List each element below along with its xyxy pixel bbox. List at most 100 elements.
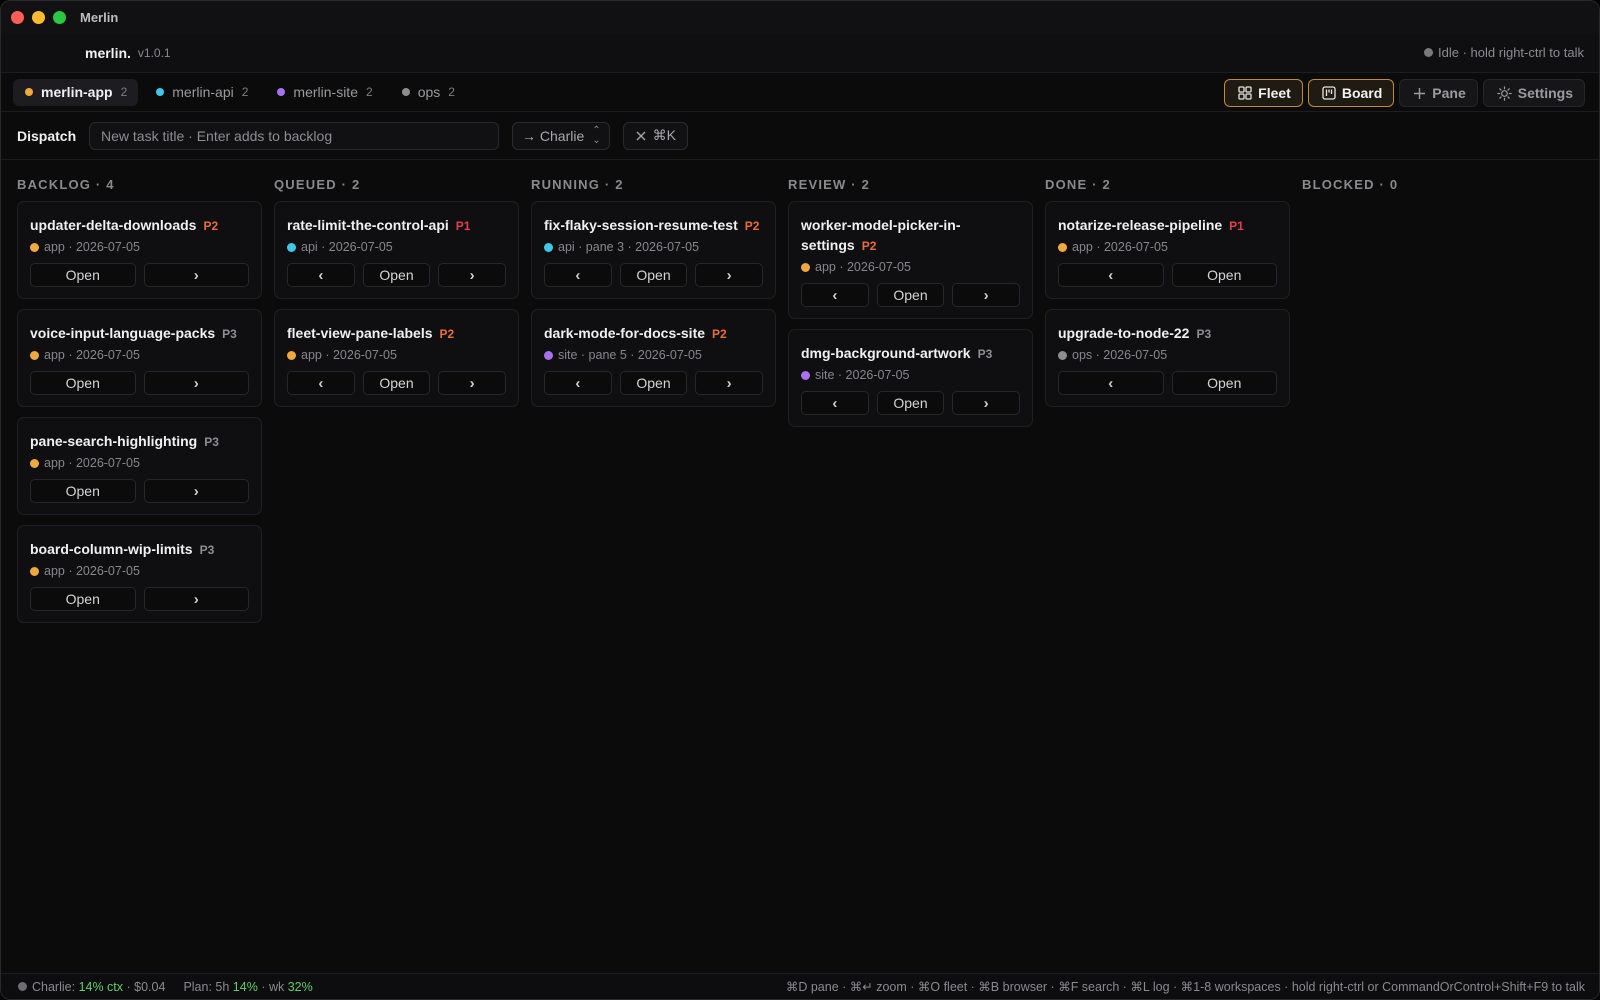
task-title: notarize-release-pipeline P1 [1058, 215, 1277, 236]
open-task-button[interactable]: Open [1171, 263, 1277, 287]
open-task-button[interactable]: Open [619, 263, 688, 287]
minimize-window-button[interactable] [32, 10, 45, 24]
move-left-button[interactable]: ‹ [544, 371, 612, 395]
open-task-button[interactable]: Open [30, 479, 136, 503]
priority-badge: P2 [861, 239, 877, 253]
open-task-button[interactable]: Open [619, 371, 688, 395]
task-card[interactable]: dmg-background-artwork P3 site · 2026-07-0… [788, 329, 1033, 427]
move-left-button[interactable]: ‹ [801, 283, 869, 307]
task-meta-text: app · 2026-07-05 [815, 260, 911, 274]
task-title-text: fleet-view-pane-labels [287, 325, 433, 341]
priority-badge: P2 [203, 219, 219, 233]
move-right-button[interactable]: › [952, 283, 1021, 307]
settings-button[interactable]: Settings [1482, 79, 1585, 107]
plus-icon [1414, 87, 1426, 99]
move-left-button[interactable]: ‹ [1058, 371, 1164, 395]
session-cost: · $0.04 [126, 979, 166, 994]
task-card[interactable]: voice-input-language-packs P3 app · 2026-0… [17, 309, 262, 407]
move-left-button[interactable]: ‹ [287, 263, 355, 287]
task-card[interactable]: updater-delta-downloads P2 app · 2026-07-0… [17, 201, 262, 299]
move-right-button[interactable]: › [143, 479, 249, 503]
open-task-button[interactable]: Open [30, 587, 136, 611]
task-card[interactable]: fleet-view-pane-labels P2 app · 2026-07-05… [274, 309, 519, 407]
open-task-button[interactable]: Open [1171, 371, 1277, 395]
workspace-tab-label: merlin-api [172, 84, 234, 100]
task-card[interactable]: board-column-wip-limits P3 app · 2026-07-0… [17, 525, 262, 623]
clear-dispatch-button[interactable]: ⌘K [622, 121, 688, 150]
move-left-button[interactable]: ‹ [1058, 263, 1164, 287]
task-card[interactable]: dark-mode-for-docs-site P2 site · pane 5 ·… [531, 309, 776, 407]
task-meta: app · 2026-07-05 [30, 238, 249, 256]
workspace-color-dot [544, 350, 553, 360]
move-left-button[interactable]: ‹ [544, 263, 612, 287]
context-usage: 14% ctx [78, 979, 124, 994]
open-task-button[interactable]: Open [362, 371, 431, 395]
move-right-button[interactable]: › [143, 263, 249, 287]
card-actions: ‹ Open › [801, 283, 1021, 307]
task-title-text: fix-flaky-session-resume-test [544, 217, 738, 233]
move-right-button[interactable]: › [952, 391, 1021, 415]
workspace-color-dot [544, 242, 553, 252]
move-left-button[interactable]: ‹ [287, 371, 355, 395]
task-meta-text: app · 2026-07-05 [44, 564, 140, 578]
task-card[interactable]: notarize-release-pipeline P1 app · 2026-07… [1045, 201, 1290, 299]
task-card[interactable]: fix-flaky-session-resume-test P2 api · pan… [531, 201, 776, 299]
task-meta: site · 2026-07-05 [801, 366, 1020, 384]
task-title: updater-delta-downloads P2 [30, 215, 249, 236]
board-view-label: Board [1341, 85, 1383, 101]
move-right-button[interactable]: › [143, 371, 249, 395]
open-task-button[interactable]: Open [30, 371, 136, 395]
workspace-bar: merlin-app 2 merlin-api 2 merlin-site 2 ops 2 F… [1, 73, 1599, 112]
priority-badge: P3 [222, 327, 237, 341]
task-meta-text: api · pane 3 · 2026-07-05 [558, 240, 700, 254]
kanban-board: BACKLOG · 4 updater-delta-downloads P2 app … [17, 173, 1547, 623]
new-pane-button[interactable]: Pane [1399, 79, 1478, 107]
move-right-button[interactable]: › [143, 587, 249, 611]
open-task-button[interactable]: Open [30, 263, 136, 287]
board-view-button[interactable]: Board [1307, 79, 1395, 107]
workspace-tab-merlin-site[interactable]: merlin-site 2 [265, 79, 383, 106]
maximize-window-button[interactable] [53, 10, 66, 24]
move-right-button[interactable]: › [695, 263, 764, 287]
task-card[interactable]: rate-limit-the-control-api P1 api · 2026-0… [274, 201, 519, 299]
task-title: rate-limit-the-control-api P1 [287, 215, 506, 236]
task-meta: ops · 2026-07-05 [1058, 346, 1277, 364]
move-left-button[interactable]: ‹ [801, 391, 869, 415]
task-card[interactable]: worker-model-picker-in-settings P2 app · 2… [788, 201, 1033, 319]
open-task-button[interactable]: Open [876, 391, 945, 415]
move-right-button[interactable]: › [438, 263, 507, 287]
workspace-tab-merlin-api[interactable]: merlin-api 2 [144, 79, 259, 106]
app-version: v1.0.1 [137, 45, 171, 60]
task-meta-text: ops · 2026-07-05 [1072, 348, 1168, 362]
move-right-button[interactable]: › [695, 371, 764, 395]
card-actions: ‹ Open › [544, 371, 764, 395]
settings-label: Settings [1517, 85, 1573, 101]
plan-week-usage: 32% [287, 979, 313, 994]
board-column: DONE · 2 notarize-release-pipeline P1 app ·… [1045, 173, 1290, 623]
move-right-button[interactable]: › [438, 371, 507, 395]
priority-badge: P2 [712, 327, 727, 341]
new-task-input[interactable] [89, 121, 499, 150]
workspace-tab-ops[interactable]: ops 2 [390, 79, 466, 106]
task-meta: app · 2026-07-05 [30, 562, 249, 580]
card-list: rate-limit-the-control-api P1 api · 2026-0… [274, 201, 519, 407]
close-window-button[interactable] [11, 10, 24, 24]
task-title-text: notarize-release-pipeline [1058, 217, 1223, 233]
card-actions: ‹ Open › [287, 263, 507, 287]
open-task-button[interactable]: Open [362, 263, 431, 287]
fleet-view-button[interactable]: Fleet [1224, 79, 1303, 107]
task-card[interactable]: pane-search-highlighting P3 app · 2026-07-… [17, 417, 262, 515]
workspace-tab-merlin-app[interactable]: merlin-app 2 [13, 78, 139, 106]
assignee-select[interactable]: → Charlie ⌃ ⌄ [512, 121, 610, 150]
task-meta: app · 2026-07-05 [287, 346, 506, 364]
workspace-color-dot [30, 350, 39, 360]
workspace-tab-count: 2 [241, 85, 249, 99]
task-meta-text: app · 2026-07-05 [301, 348, 397, 362]
new-pane-label: Pane [1432, 85, 1466, 101]
board-column: BLOCKED · 0 [1302, 173, 1547, 623]
column-header: DONE · 2 [1045, 176, 1111, 192]
open-task-button[interactable]: Open [876, 283, 945, 307]
board-column: BACKLOG · 4 updater-delta-downloads P2 app … [17, 173, 262, 623]
task-title: fix-flaky-session-resume-test P2 [544, 215, 763, 236]
task-card[interactable]: upgrade-to-node-22 P3 ops · 2026-07-05 ‹ Ope… [1045, 309, 1290, 407]
